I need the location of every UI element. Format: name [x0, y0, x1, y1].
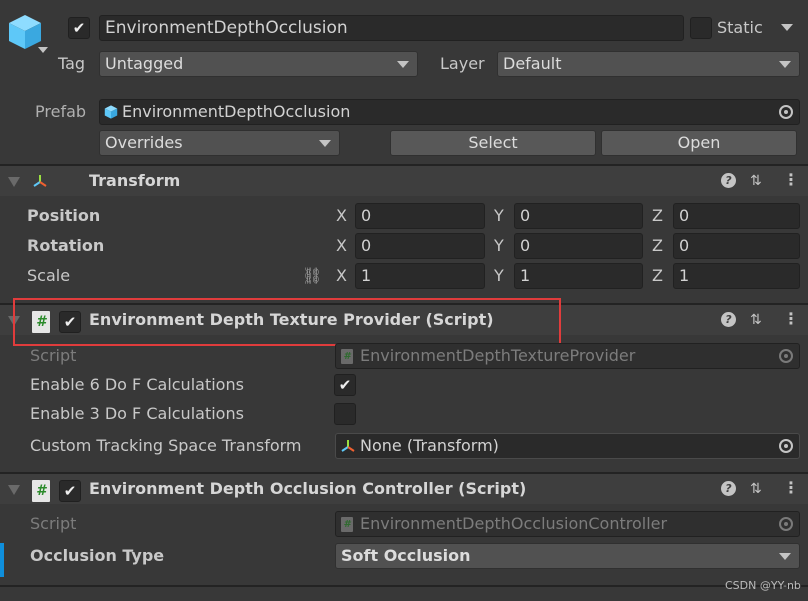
select-button[interactable]: Select — [390, 130, 596, 156]
modified-indicator-bar — [0, 543, 4, 577]
object-picker-icon — [779, 349, 793, 363]
transform-icon — [341, 440, 355, 452]
presets-icon[interactable]: ⇅ — [750, 312, 762, 328]
help-icon[interactable]: ? — [721, 312, 736, 327]
more-menu-icon[interactable]: ⋮ — [783, 170, 799, 189]
transform-position-y-field[interactable]: 0 — [514, 203, 643, 229]
active-checkbox[interactable]: ✔ — [68, 17, 90, 39]
divider — [0, 585, 808, 587]
enable6-label: Enable 6 Do F Calculations — [30, 375, 244, 394]
occlusion-dropdown[interactable]: Soft Occlusion — [335, 543, 800, 569]
axis-z-label[interactable]: Z — [652, 236, 663, 256]
tag-dropdown[interactable]: Untagged — [99, 51, 418, 77]
gameobject-cube-icon[interactable] — [8, 14, 42, 50]
axis-x-label[interactable]: X — [336, 236, 347, 256]
presets-icon[interactable]: ⇅ — [750, 481, 762, 497]
transform-scale-y-field[interactable]: 1 — [514, 263, 643, 289]
script-icon: # — [32, 480, 50, 502]
transform-scale-label: Scale — [27, 266, 71, 285]
axis-x-label[interactable]: X — [336, 206, 347, 226]
more-menu-icon[interactable]: ⋮ — [783, 309, 799, 328]
occlusion-value: Soft Occlusion — [341, 546, 471, 565]
controller-enabled-checkbox[interactable]: ✔ — [59, 480, 81, 502]
layer-dropdown[interactable]: Default — [497, 51, 800, 77]
tracking-label: Custom Tracking Space Transform — [30, 436, 302, 455]
more-menu-icon[interactable]: ⋮ — [783, 478, 799, 497]
transform-icon — [33, 175, 47, 187]
controller-script-field: # EnvironmentDepthOcclusionController — [335, 511, 800, 537]
open-button[interactable]: Open — [601, 130, 797, 156]
axis-y-label[interactable]: Y — [494, 236, 504, 256]
layer-label: Layer — [440, 54, 485, 73]
watermark: CSDN @YY-nb — [725, 579, 801, 592]
static-label: Static — [717, 18, 763, 37]
highlight-box — [13, 298, 561, 346]
tag-value: Untagged — [105, 54, 184, 73]
provider-script-label: Script — [30, 346, 77, 365]
tag-label: Tag — [58, 54, 86, 73]
static-checkbox[interactable] — [690, 17, 712, 39]
object-picker-icon[interactable] — [779, 439, 793, 453]
prefab-field[interactable]: EnvironmentDepthOcclusion — [99, 99, 800, 125]
tracking-field[interactable]: None (Transform) — [335, 433, 800, 459]
axis-y-label[interactable]: Y — [494, 266, 504, 286]
enable6-checkbox[interactable]: ✔ — [334, 374, 356, 396]
icon-dropdown-arrow-icon[interactable] — [38, 47, 48, 53]
name-field[interactable]: EnvironmentDepthOcclusion — [99, 15, 684, 41]
transform-rotation-label: Rotation — [27, 236, 105, 255]
overrides-label: Overrides — [105, 133, 183, 152]
transform-rotation-z-field[interactable]: 0 — [673, 233, 800, 259]
transform-title: Transform — [89, 171, 181, 190]
chevron-down-icon — [779, 61, 791, 68]
prefab-cube-icon — [104, 105, 118, 119]
prefab-value: EnvironmentDepthOcclusion — [122, 102, 351, 121]
transform-position-z-field[interactable]: 0 — [673, 203, 800, 229]
transform-position-x-field[interactable]: 0 — [355, 203, 485, 229]
transform-rotation-y-field[interactable]: 0 — [514, 233, 643, 259]
axis-z-label[interactable]: Z — [652, 266, 663, 286]
occlusion-label: Occlusion Type — [30, 546, 165, 565]
presets-icon[interactable]: ⇅ — [750, 173, 762, 189]
script-icon: # — [341, 349, 353, 364]
controller-header[interactable]: # ✔ Environment Depth Occlusion Controll… — [0, 472, 808, 504]
controller-script-label: Script — [30, 514, 77, 533]
help-icon[interactable]: ? — [721, 173, 736, 188]
axis-x-label[interactable]: X — [336, 266, 347, 286]
chevron-down-icon — [779, 553, 791, 560]
provider-script-value: EnvironmentDepthTextureProvider — [360, 346, 636, 365]
chevron-down-icon — [319, 140, 331, 147]
enable3-checkbox[interactable] — [334, 403, 356, 425]
transform-header[interactable]: Transform ? ⇅ ⋮ — [0, 164, 808, 196]
controller-script-value: EnvironmentDepthOcclusionController — [360, 514, 668, 533]
prefab-label: Prefab — [35, 102, 87, 121]
constrain-proportions-link-icon[interactable]: ⛓ — [302, 266, 322, 286]
static-dropdown-arrow-icon[interactable] — [781, 24, 793, 31]
script-icon: # — [341, 517, 353, 532]
controller-title: Environment Depth Occlusion Controller (… — [89, 479, 527, 498]
help-icon[interactable]: ? — [721, 481, 736, 496]
provider-script-field: # EnvironmentDepthTextureProvider — [335, 343, 800, 369]
transform-scale-z-field[interactable]: 1 — [673, 263, 800, 289]
transform-position-label: Position — [27, 206, 101, 225]
tracking-value: None (Transform) — [360, 436, 499, 455]
transform-scale-x-field[interactable]: 1 — [355, 263, 485, 289]
transform-rotation-x-field[interactable]: 0 — [355, 233, 485, 259]
foldout-arrow-icon[interactable] — [8, 177, 20, 187]
object-picker-icon — [779, 517, 793, 531]
overrides-dropdown[interactable]: Overrides — [99, 130, 340, 156]
enable3-label: Enable 3 Do F Calculations — [30, 404, 244, 423]
axis-z-label[interactable]: Z — [652, 206, 663, 226]
chevron-down-icon — [397, 61, 409, 68]
object-picker-icon[interactable] — [779, 105, 793, 119]
foldout-arrow-icon[interactable] — [8, 485, 20, 495]
layer-value: Default — [503, 54, 562, 73]
axis-y-label[interactable]: Y — [494, 206, 504, 226]
